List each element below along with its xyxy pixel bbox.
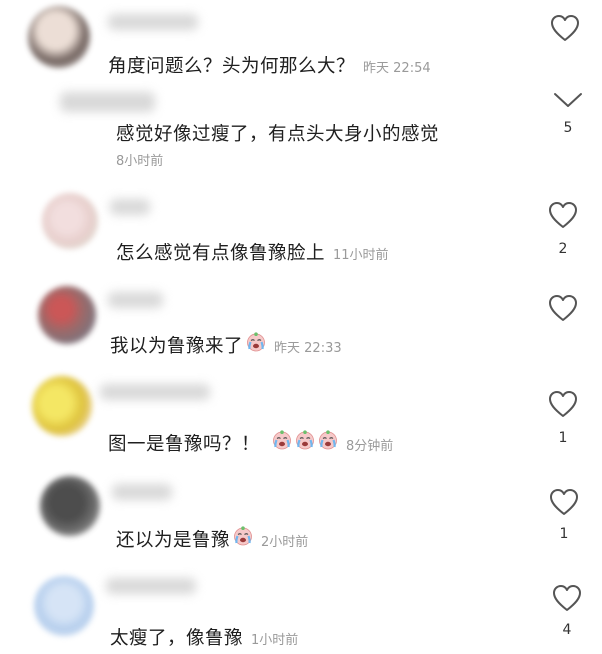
username-blurred[interactable] — [108, 14, 198, 30]
chevron-down-icon[interactable] — [552, 90, 584, 110]
comment-item: 我以为鲁豫来了 昨天 22:33 — [0, 280, 602, 368]
like-heart-icon[interactable] — [548, 294, 578, 322]
username-blurred[interactable] — [108, 292, 163, 308]
comment-text: 图一是鲁豫吗？！ — [108, 434, 261, 455]
comment-body: 还以为是鲁豫 2小时前 — [116, 526, 308, 552]
comment-time: 2小时前 — [261, 535, 309, 550]
like-count: 5 — [563, 120, 573, 136]
comment-body: 图一是鲁豫吗？！ 8分钟前 — [108, 430, 393, 456]
avatar[interactable] — [34, 576, 94, 636]
like-count: 2 — [558, 241, 568, 257]
comment-item: 角度问题么？头为何那么大？ 昨天 22:54 — [0, 0, 602, 88]
username-blurred[interactable] — [110, 199, 150, 215]
username-blurred[interactable] — [112, 484, 172, 500]
like-heart-icon[interactable] — [552, 584, 582, 612]
comment-text: 我以为鲁豫来了 — [110, 336, 244, 357]
username-blurred[interactable] — [106, 578, 196, 594]
comment-text: 感觉好像过瘦了，有点头大身小的感觉 — [116, 124, 440, 145]
comment-time: 昨天 22:33 — [274, 341, 342, 356]
like-count: 4 — [562, 622, 572, 638]
like-heart-icon[interactable] — [548, 390, 578, 418]
comment-item: 太瘦了，像鲁豫 1小时前 4 — [0, 568, 602, 654]
comment-text: 怎么感觉有点像鲁豫脸上 — [116, 243, 326, 264]
like-heart-icon[interactable] — [550, 14, 580, 42]
comment-time: 1小时前 — [251, 633, 299, 648]
like-heart-icon[interactable] — [548, 201, 578, 229]
crying-emoji-icon — [272, 430, 292, 450]
comment-time: 11小时前 — [333, 248, 389, 263]
comment-item: 怎么感觉有点像鲁豫脸上 11小时前 2 — [0, 185, 602, 280]
comment-body: 角度问题么？头为何那么大？ 昨天 22:54 — [108, 52, 431, 78]
username-blurred[interactable] — [60, 92, 155, 112]
comment-body: 我以为鲁豫来了 昨天 22:33 — [110, 332, 342, 358]
comment-time: 昨天 22:54 — [363, 61, 431, 76]
comment-text: 还以为是鲁豫 — [116, 530, 231, 551]
comment-body: 太瘦了，像鲁豫 1小时前 — [110, 624, 298, 650]
avatar[interactable] — [38, 286, 96, 344]
comment-text: 太瘦了，像鲁豫 — [110, 628, 244, 649]
comment-item: 感觉好像过瘦了，有点头大身小的感觉 8小时前 5 — [0, 88, 602, 178]
comment-item: 还以为是鲁豫 2小时前 1 — [0, 470, 602, 566]
comment-text: 角度问题么？头为何那么大？ — [108, 56, 356, 77]
avatar[interactable] — [40, 476, 100, 536]
crying-emoji-icon — [246, 332, 266, 352]
avatar[interactable] — [28, 6, 90, 68]
avatar[interactable] — [32, 376, 92, 436]
comment-time: 8分钟前 — [346, 439, 394, 454]
comment-body: 感觉好像过瘦了，有点头大身小的感觉 — [116, 120, 439, 146]
comment-time: 8小时前 — [116, 154, 164, 169]
avatar[interactable] — [42, 193, 98, 249]
username-blurred[interactable] — [100, 384, 210, 400]
crying-emoji-icon — [233, 526, 253, 546]
comment-item: 图一是鲁豫吗？！ 8分钟前 1 — [0, 370, 602, 468]
like-count: 1 — [558, 430, 568, 446]
comment-meta: 8小时前 — [116, 150, 163, 169]
like-heart-icon[interactable] — [549, 488, 579, 516]
crying-emoji-icon — [295, 430, 315, 450]
crying-emoji-icon — [318, 430, 338, 450]
comment-body: 怎么感觉有点像鲁豫脸上 11小时前 — [116, 239, 389, 265]
like-count: 1 — [559, 526, 569, 542]
